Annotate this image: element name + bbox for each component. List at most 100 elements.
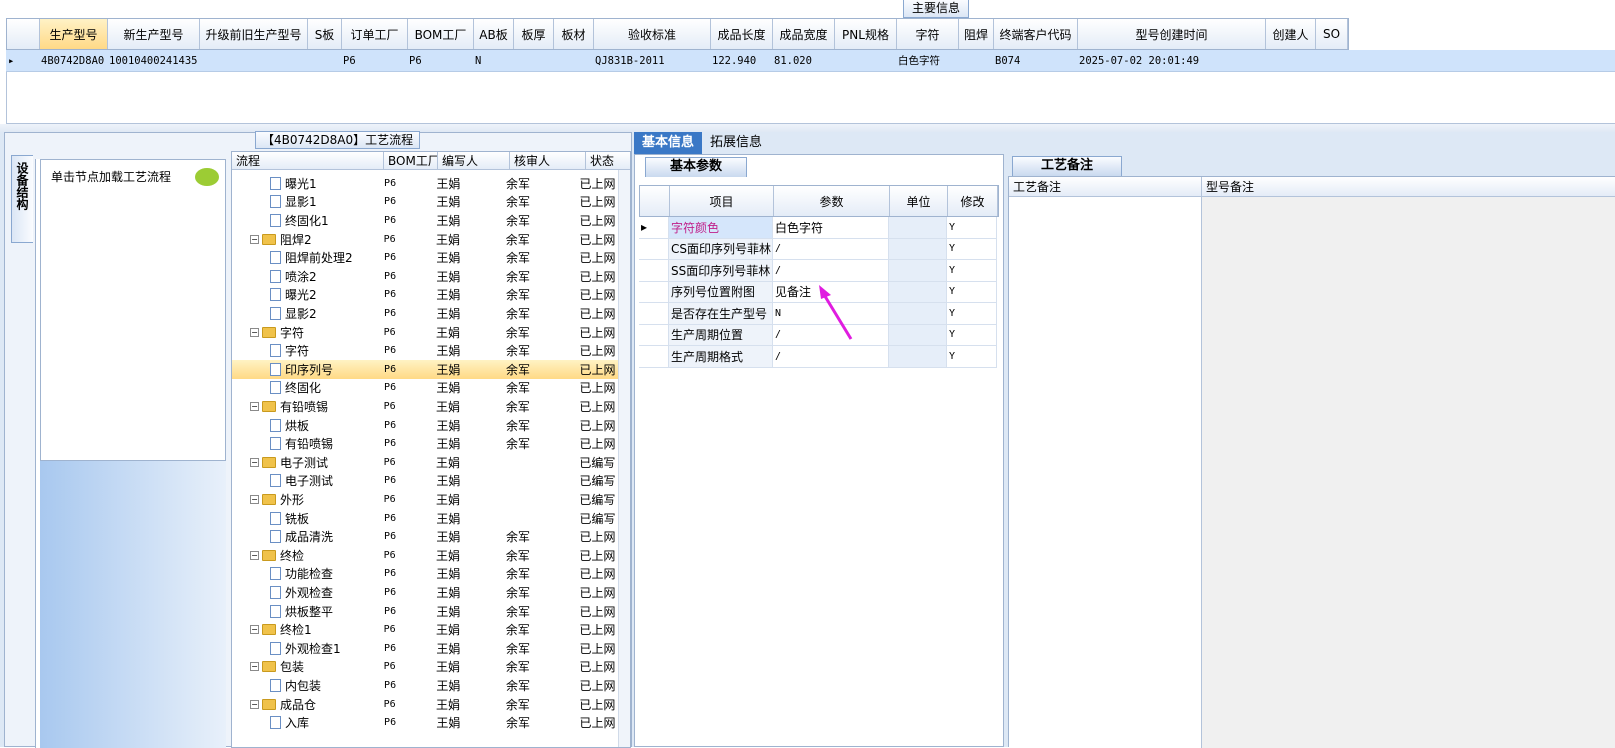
tree-node[interactable]: 有铅喷锡 [232,434,380,453]
column-header[interactable]: 型号创建时间 [1078,19,1266,49]
params-cell-value[interactable]: 白色字符 [773,217,889,238]
grid-cell[interactable]: QJ831B-2011 [593,50,710,71]
tree-row[interactable]: 烘板整平 P6 王娟 余军 已上网 [232,602,620,621]
tree-row[interactable]: 阻焊前处理2 P6 王娟 余军 已上网 [232,248,620,267]
tree-row[interactable]: 成品清洗 P6 王娟 余军 已上网 [232,527,620,546]
tree-row[interactable]: − 终检1 P6 王娟 余军 已上网 [232,620,620,639]
column-header[interactable]: 升级前旧生产型号 [200,19,308,49]
tree-node[interactable]: 电子测试 [232,472,380,491]
column-header[interactable]: PNL规格 [835,19,897,49]
tree-row[interactable]: − 外形 P6 王娟 已编写 [232,490,620,509]
tree-row[interactable]: − 阻焊2 P6 王娟 余军 已上网 [232,230,620,249]
tree-row[interactable]: − 电子测试 P6 王娟 已编写 [232,453,620,472]
tree-column-header[interactable]: 流程 [232,152,384,169]
column-header[interactable]: SO [1316,19,1348,49]
column-header[interactable]: 终端客户代码 [994,19,1078,49]
grid-cell[interactable] [553,50,593,71]
tree-row[interactable]: 外观检查 P6 王娟 余军 已上网 [232,583,620,602]
tree-node[interactable]: 内包装 [232,676,380,695]
tree-column-header[interactable]: 核审人 [510,152,586,169]
tree-node[interactable]: 烘板 [232,416,380,435]
column-header[interactable]: AB板 [474,19,514,49]
column-header[interactable]: 验收标准 [594,19,711,49]
tree-row[interactable]: − 有铅喷锡 P6 王娟 余军 已上网 [232,397,620,416]
process-notes-tab[interactable]: 工艺备注 [1012,156,1123,176]
column-header[interactable]: 板材 [554,19,594,49]
params-row[interactable]: ▸ 字符颜色 白色字符 Y [639,217,997,239]
tree-node[interactable]: 外观检查 [232,583,380,602]
tree-node[interactable]: 喷涂2 [232,267,380,286]
tree-column-header[interactable]: 状态 [586,152,630,169]
params-row[interactable]: CS面印序列号菲林 / Y [639,238,997,260]
tree-node[interactable]: 印序列号 [232,360,380,379]
tree-column-header[interactable]: BOM工厂 [384,152,438,169]
column-header[interactable]: 订单工厂 [342,19,408,49]
params-column-header[interactable]: 参数 [774,186,890,216]
tree-node[interactable]: 外观检查1 [232,639,380,658]
tree-node[interactable]: 显影2 [232,304,380,323]
notes-column-header[interactable]: 型号备注 [1202,177,1615,196]
column-header[interactable]: 生产型号 [40,19,108,49]
column-header[interactable]: 板厚 [514,19,554,49]
params-cell-value[interactable]: / [773,238,889,259]
tree-row[interactable]: 字符 P6 王娟 余军 已上网 [232,341,620,360]
main-info-tab[interactable]: 主要信息 [903,0,970,18]
process-notes-field[interactable] [1009,197,1202,748]
tree-node[interactable]: 铣板 [232,509,380,528]
tree-node[interactable]: 曝光1 [232,174,380,193]
tree-node[interactable]: − 包装 [232,658,380,677]
tree-row[interactable]: 印序列号 P6 王娟 余军 已上网 [232,360,620,379]
column-header[interactable]: 新生产型号 [108,19,200,49]
collapse-icon[interactable]: − [250,234,259,244]
grid-cell[interactable] [307,50,341,71]
collapse-icon[interactable]: − [250,550,259,560]
params-row[interactable]: 生产周期格式 / Y [639,346,997,368]
grid-cell[interactable]: N [473,50,513,71]
params-cell-value[interactable]: / [773,260,889,281]
grid-cell[interactable]: P6 [341,50,407,71]
grid-cell[interactable]: 122.940 [710,50,772,71]
params-row[interactable]: SS面印序列号菲林 / Y [639,260,997,282]
tree-node[interactable]: 字符 [232,341,380,360]
basic-params-tab[interactable]: 基本参数 [645,157,748,177]
collapse-icon[interactable]: − [250,327,259,337]
tree-node[interactable]: − 有铅喷锡 [232,397,380,416]
column-header[interactable]: BOM工厂 [408,19,474,49]
tree-row[interactable]: 喷涂2 P6 王娟 余军 已上网 [232,267,620,286]
column-header[interactable]: 创建人 [1266,19,1316,49]
grid-cell[interactable] [1265,50,1315,71]
tree-node[interactable]: − 字符 [232,323,380,342]
grid-cell[interactable]: 10010400241435 [107,50,199,71]
tree-node[interactable]: 曝光2 [232,286,380,305]
column-header[interactable]: 阻焊 [959,19,994,49]
model-notes-field[interactable] [1202,197,1615,748]
tree-row[interactable]: 终固化1 P6 王娟 余军 已上网 [232,211,620,230]
grid-cell[interactable]: 白色字符 [896,50,958,71]
tree-row[interactable]: 烘板 P6 王娟 余军 已上网 [232,416,620,435]
tree-row[interactable]: 终固化 P6 王娟 余军 已上网 [232,379,620,398]
tree-node[interactable]: 烘板整平 [232,602,380,621]
main-grid-row[interactable]: ▸ 4B0742D8A0 10010400241435 P6 P6 N QJ831B-201… [6,50,1615,72]
tree-row[interactable]: − 成品仓 P6 王娟 余军 已上网 [232,695,620,714]
tree-node[interactable]: 入库 [232,713,380,732]
tree-row[interactable]: 铣板 P6 王娟 已编写 [232,509,620,528]
tree-row[interactable]: − 终检 P6 王娟 余军 已上网 [232,546,620,565]
collapse-icon[interactable]: − [250,401,259,411]
grid-cell[interactable]: 81.020 [772,50,834,71]
grid-cell[interactable] [513,50,553,71]
column-header[interactable]: S板 [308,19,342,49]
tree-node[interactable]: − 阻焊2 [232,230,380,249]
tree-node[interactable]: − 外形 [232,490,380,509]
tree-row[interactable]: 曝光2 P6 王娟 余军 已上网 [232,286,620,305]
tree-row[interactable]: 电子测试 P6 王娟 已编写 [232,472,620,491]
grid-cell[interactable]: B074 [993,50,1077,71]
params-column-header[interactable]: 单位 [890,186,948,216]
tree-node[interactable]: 阻焊前处理2 [232,248,380,267]
grid-cell[interactable] [834,50,896,71]
tree-node[interactable]: − 终检 [232,546,380,565]
tree-row[interactable]: − 包装 P6 王娟 余军 已上网 [232,658,620,677]
process-tree-scrollbar[interactable] [618,170,630,747]
collapse-icon[interactable]: − [250,699,259,709]
tree-node[interactable]: 终固化 [232,379,380,398]
tree-node[interactable]: − 电子测试 [232,453,380,472]
